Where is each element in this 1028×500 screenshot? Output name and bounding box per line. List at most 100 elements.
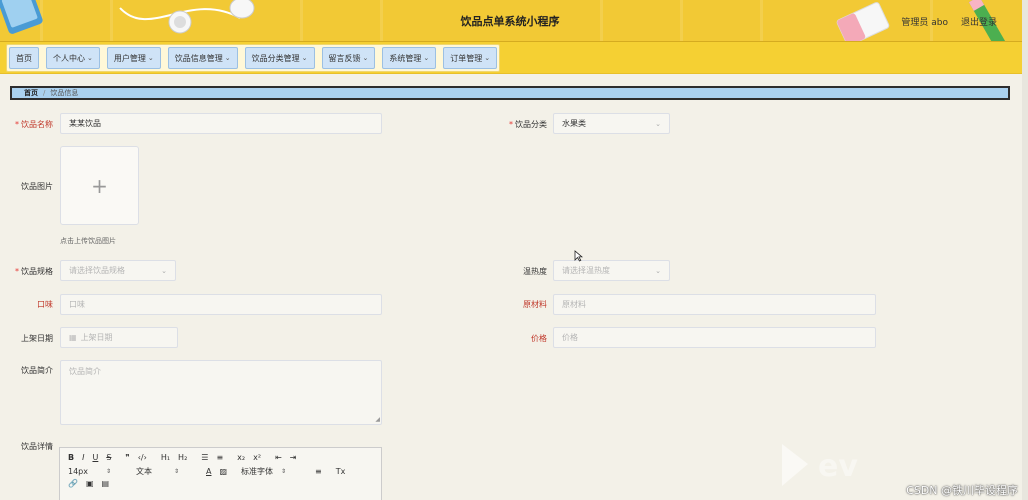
drink-spec-placeholder: 请选择饮品规格 — [69, 266, 125, 275]
rich-text-editor: B I U S ❞ ‹/› H₁ H₂ ☰ ≡ x₂ x² ⇤ ⇥ 14px ⇕ … — [59, 447, 382, 500]
listing-date-placeholder: 上架日期 — [80, 333, 113, 342]
nav-home[interactable]: 首页 — [9, 47, 39, 69]
block-type-select[interactable]: 文本 ⇕ — [136, 466, 194, 477]
drink-image-label: 饮品图片 — [21, 182, 53, 191]
material-label: 原材料 — [523, 300, 547, 309]
nav-feedback[interactable]: 留言反馈 ⌄ — [321, 47, 376, 69]
bold-icon[interactable]: B — [68, 453, 74, 462]
breadcrumb-separator: / — [43, 89, 46, 97]
nav-user-management[interactable]: 用户管理 ⌄ — [106, 47, 161, 69]
chevron-down-icon: ⌄ — [362, 54, 369, 62]
font-color-icon[interactable]: A — [206, 467, 211, 476]
clear-format-icon[interactable]: Tx — [336, 467, 346, 476]
subscript-icon[interactable]: x₂ — [237, 453, 245, 462]
quote-icon[interactable]: ❞ — [125, 453, 129, 462]
superscript-icon[interactable]: x² — [253, 453, 261, 462]
bullet-list-icon[interactable]: ≡ — [216, 453, 223, 462]
breadcrumb-current: 饮品信息 — [50, 89, 79, 97]
chevron-down-icon: ⌄ — [87, 54, 93, 62]
strikethrough-icon[interactable]: S — [106, 453, 111, 462]
font-family-select[interactable]: 标准字体 ⇕ — [241, 466, 303, 477]
listing-date-label: 上架日期 — [21, 334, 53, 343]
nav-feedback-label: 留言反馈 — [328, 53, 361, 63]
top-nav: 首页 个人中心 ⌄ 用户管理 ⌄ 饮品信息管理 ⌄ 饮品分类管理 ⌄ 留言反馈 ⌄ 系统管… — [0, 42, 1028, 74]
material-placeholder: 原材料 — [562, 300, 586, 309]
ordered-list-icon[interactable]: ☰ — [201, 453, 208, 462]
drink-name-label: * 饮品名称 — [10, 119, 53, 130]
link-icon[interactable]: 🔗 — [68, 479, 78, 488]
chevron-down-icon: ⌄ — [301, 54, 308, 62]
watermark-logo: ev — [782, 444, 858, 486]
nav-drink-category-management-label: 饮品分类管理 — [251, 53, 300, 63]
nav-home-label: 首页 — [16, 53, 32, 63]
price-input[interactable]: 价格 — [553, 327, 876, 348]
material-input[interactable]: 原材料 — [553, 294, 876, 315]
align-icon[interactable]: ≡ — [315, 467, 322, 476]
heading2-icon[interactable]: H₂ — [178, 453, 187, 462]
nav-system-management[interactable]: 系统管理 ⌄ — [382, 47, 437, 69]
image-icon[interactable]: ▣ — [86, 479, 94, 488]
required-asterisk: * — [15, 267, 19, 276]
app-header: 饮品点单系统小程序 管理员 abo 退出登录 — [0, 0, 1028, 42]
admin-user-label: 管理员 abo — [901, 18, 948, 28]
chevron-down-icon: ⌄ — [655, 120, 661, 128]
mouse-cursor-icon — [574, 250, 583, 262]
nav-menu: 首页 个人中心 ⌄ 用户管理 ⌄ 饮品信息管理 ⌄ 饮品分类管理 ⌄ 留言反馈 ⌄ 系统管… — [6, 44, 501, 72]
nav-drink-category-management[interactable]: 饮品分类管理 ⌄ — [244, 47, 315, 69]
updown-arrow-icon: ⇕ — [106, 468, 112, 475]
intro-textarea[interactable]: 饮品简介 ◢ — [60, 360, 382, 425]
editor-toolbar-row-2: 14px ⇕ 文本 ⇕ A ▨ 标准字体 ⇕ ≡ Tx — [68, 466, 353, 477]
taste-input[interactable]: 口味 — [60, 294, 382, 315]
drink-spec-label: * 饮品规格 — [10, 266, 53, 277]
resize-handle-icon[interactable]: ◢ — [375, 416, 380, 423]
intro-placeholder: 饮品简介 — [69, 367, 101, 376]
indent-icon[interactable]: ⇥ — [290, 453, 297, 462]
required-asterisk: * — [509, 120, 513, 129]
chevron-down-icon: ⌄ — [484, 54, 491, 62]
editor-toolbar-row-3: 🔗 ▣ ▤ — [68, 479, 117, 488]
nav-drink-info-management-label: 饮品信息管理 — [174, 53, 223, 63]
temperature-label: 温热度 — [523, 267, 547, 276]
drink-spec-label-text: 饮品规格 — [21, 267, 53, 276]
italic-icon[interactable]: I — [82, 453, 84, 462]
code-icon[interactable]: ‹/› — [138, 453, 147, 462]
listing-date-picker[interactable]: ▦ 上架日期 — [60, 327, 178, 348]
font-size-value: 14px — [68, 467, 88, 476]
price-placeholder: 价格 — [562, 333, 578, 342]
plus-icon: + — [91, 173, 108, 198]
breadcrumb-home[interactable]: 首页 — [24, 88, 38, 98]
video-icon[interactable]: ▤ — [102, 479, 110, 488]
nav-personal-center[interactable]: 个人中心 ⌄ — [46, 47, 100, 69]
updown-arrow-icon: ⇕ — [174, 468, 180, 475]
drink-category-value: 水果类 — [562, 119, 586, 128]
app-title: 饮品点单系统小程序 — [460, 15, 560, 28]
image-upload-box[interactable]: + — [60, 146, 139, 225]
background-color-icon[interactable]: ▨ — [219, 467, 227, 476]
nav-order-management-label: 订单管理 — [450, 53, 483, 63]
chevron-down-icon: ⌄ — [655, 267, 661, 275]
drink-name-input[interactable]: 某某饮品 — [60, 113, 382, 134]
required-asterisk: * — [15, 120, 19, 129]
intro-label: 饮品简介 — [21, 366, 53, 375]
svg-text:ev: ev — [818, 449, 858, 484]
drink-category-label-text: 饮品分类 — [515, 120, 547, 129]
nav-user-management-label: 用户管理 — [113, 53, 146, 63]
nav-order-management[interactable]: 订单管理 ⌄ — [443, 47, 498, 69]
outdent-icon[interactable]: ⇤ — [275, 453, 282, 462]
upload-hint: 点击上传饮品图片 — [60, 237, 116, 245]
underline-icon[interactable]: U — [92, 453, 98, 462]
font-size-select[interactable]: 14px ⇕ — [68, 467, 124, 476]
nav-system-management-label: 系统管理 — [389, 53, 422, 63]
nav-drink-info-management[interactable]: 饮品信息管理 ⌄ — [167, 47, 238, 69]
logout-link[interactable]: 退出登录 — [961, 15, 997, 28]
temperature-select[interactable]: 请选择温热度 ⌄ — [553, 260, 670, 281]
taste-placeholder: 口味 — [69, 300, 85, 309]
updown-arrow-icon: ⇕ — [281, 468, 287, 475]
price-label: 价格 — [531, 334, 547, 343]
chevron-down-icon: ⌄ — [423, 54, 430, 62]
drink-category-select[interactable]: 水果类 ⌄ — [553, 113, 670, 134]
page-scrollbar[interactable] — [1022, 0, 1028, 500]
heading1-icon[interactable]: H₁ — [161, 453, 170, 462]
drink-spec-select[interactable]: 请选择饮品规格 ⌄ — [60, 260, 176, 281]
csdn-watermark: CSDN @铁川毕设程序 — [906, 484, 1018, 497]
